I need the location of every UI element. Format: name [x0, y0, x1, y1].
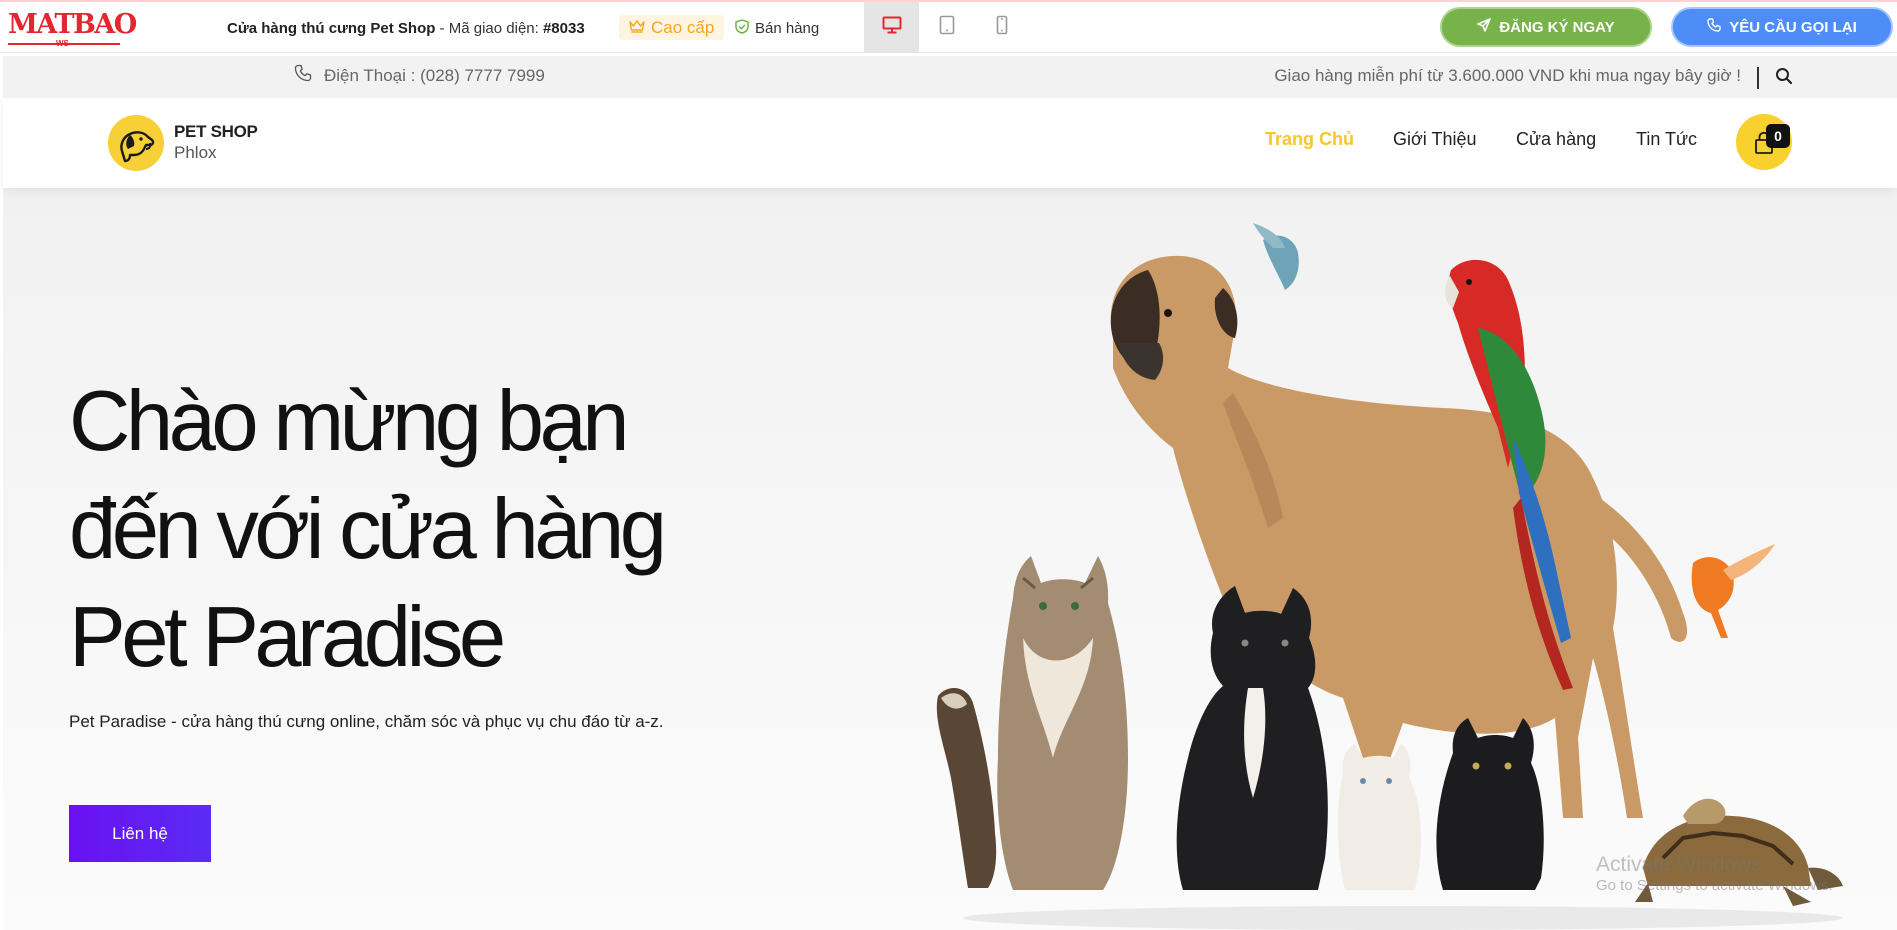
shield-check-icon	[735, 19, 749, 38]
hero-title: Chào mừng bạn đến với cửa hàng Pet Parad…	[69, 368, 689, 692]
info-bar-divider	[1757, 67, 1759, 89]
dog-logo-icon	[108, 131, 164, 175]
demo-title: Cửa hàng thú cưng Pet Shop - Mã giao diệ…	[227, 20, 585, 37]
phone-icon	[1707, 18, 1721, 36]
contact-phone-text: Điện Thoại : (028) 7777 7999	[324, 65, 545, 85]
nav-news[interactable]: Tin Tức	[1636, 129, 1697, 150]
hero-description: Pet Paradise - cửa hàng thú cưng online,…	[69, 712, 664, 731]
crown-icon	[629, 18, 645, 38]
ferret-illustration	[936, 687, 997, 888]
hero-title-line-3: Pet Paradise	[69, 590, 506, 685]
hero-title-line-1: Chào mừng bạn	[69, 374, 630, 469]
pet-shop-logo[interactable]	[108, 115, 164, 171]
black-kitten-illustration	[1436, 718, 1544, 890]
nav-about[interactable]: Giới Thiệu	[1393, 129, 1477, 150]
matbao-logo-word: MATBAO	[8, 9, 137, 40]
hero-section: Chào mừng bạn đến với cửa hàng Pet Parad…	[3, 188, 1897, 930]
contact-button[interactable]: Liên hệ	[69, 805, 211, 862]
desktop-icon	[882, 16, 902, 39]
sales-badge-label: Bán hàng	[755, 20, 820, 37]
premium-badge: Cao cấp	[619, 15, 725, 40]
tablet-icon	[939, 15, 955, 40]
tablet-view-button[interactable]	[919, 2, 974, 53]
mobile-view-button[interactable]	[974, 2, 1029, 53]
info-bar: Điện Thoại : (028) 7777 7999 Giao hàng m…	[3, 56, 1897, 98]
phone-icon	[294, 64, 312, 87]
search-icon	[1775, 68, 1793, 89]
request-callback-button[interactable]: YÊU CẦU GỌI LẠI	[1671, 7, 1893, 47]
canary-illustration	[1691, 544, 1775, 638]
contact-phone[interactable]: Điện Thoại : (028) 7777 7999	[294, 64, 545, 87]
demo-top-bar: MATBAO WS Cửa hàng thú cưng Pet Shop - M…	[0, 0, 1897, 53]
matbao-logo-sub: WS	[56, 39, 69, 48]
windows-activation-title: Activate Windows	[1596, 853, 1762, 876]
shopping-bag-icon	[1736, 131, 1792, 174]
bulldog-illustration	[1176, 586, 1328, 890]
cat-illustration	[997, 556, 1128, 890]
logo-title[interactable]: PET SHOP	[174, 122, 258, 142]
hero-title-line-2: đến với cửa hàng	[69, 482, 667, 577]
white-kitten-illustration	[1337, 744, 1421, 890]
register-now-button[interactable]: ĐĂNG KÝ NGAY	[1440, 7, 1652, 47]
matbao-logo[interactable]: MATBAO WS	[8, 10, 137, 48]
register-now-label: ĐĂNG KÝ NGAY	[1499, 18, 1615, 36]
nav-home[interactable]: Trang Chủ	[1265, 129, 1354, 150]
premium-badge-label: Cao cấp	[651, 17, 715, 37]
site-header: PET SHOP Phlox Trang Chủ Giới Thiệu Cửa …	[3, 98, 1897, 188]
mobile-icon	[996, 15, 1008, 40]
pets-group-image	[923, 218, 1873, 930]
windows-activation-hint: Go to Settings to activate Windows.	[1596, 877, 1833, 894]
template-code: #8033	[542, 20, 585, 37]
template-code-label: Mã giao diện:	[448, 20, 543, 37]
small-bird-illustration	[1253, 223, 1299, 290]
request-callback-label: YÊU CẦU GỌI LẠI	[1729, 18, 1857, 36]
sales-badge: Bán hàng	[735, 19, 819, 38]
free-shipping-notice: Giao hàng miễn phí từ 3.600.000 VND khi …	[1274, 66, 1741, 85]
template-name: Cửa hàng thú cưng Pet Shop	[227, 20, 436, 37]
desktop-view-button[interactable]	[864, 2, 919, 53]
send-icon	[1477, 18, 1492, 36]
nav-shop[interactable]: Cửa hàng	[1516, 129, 1596, 150]
search-button[interactable]	[1775, 67, 1793, 90]
logo-subtitle: Phlox	[174, 143, 217, 162]
cart-count-badge: 0	[1766, 124, 1790, 148]
